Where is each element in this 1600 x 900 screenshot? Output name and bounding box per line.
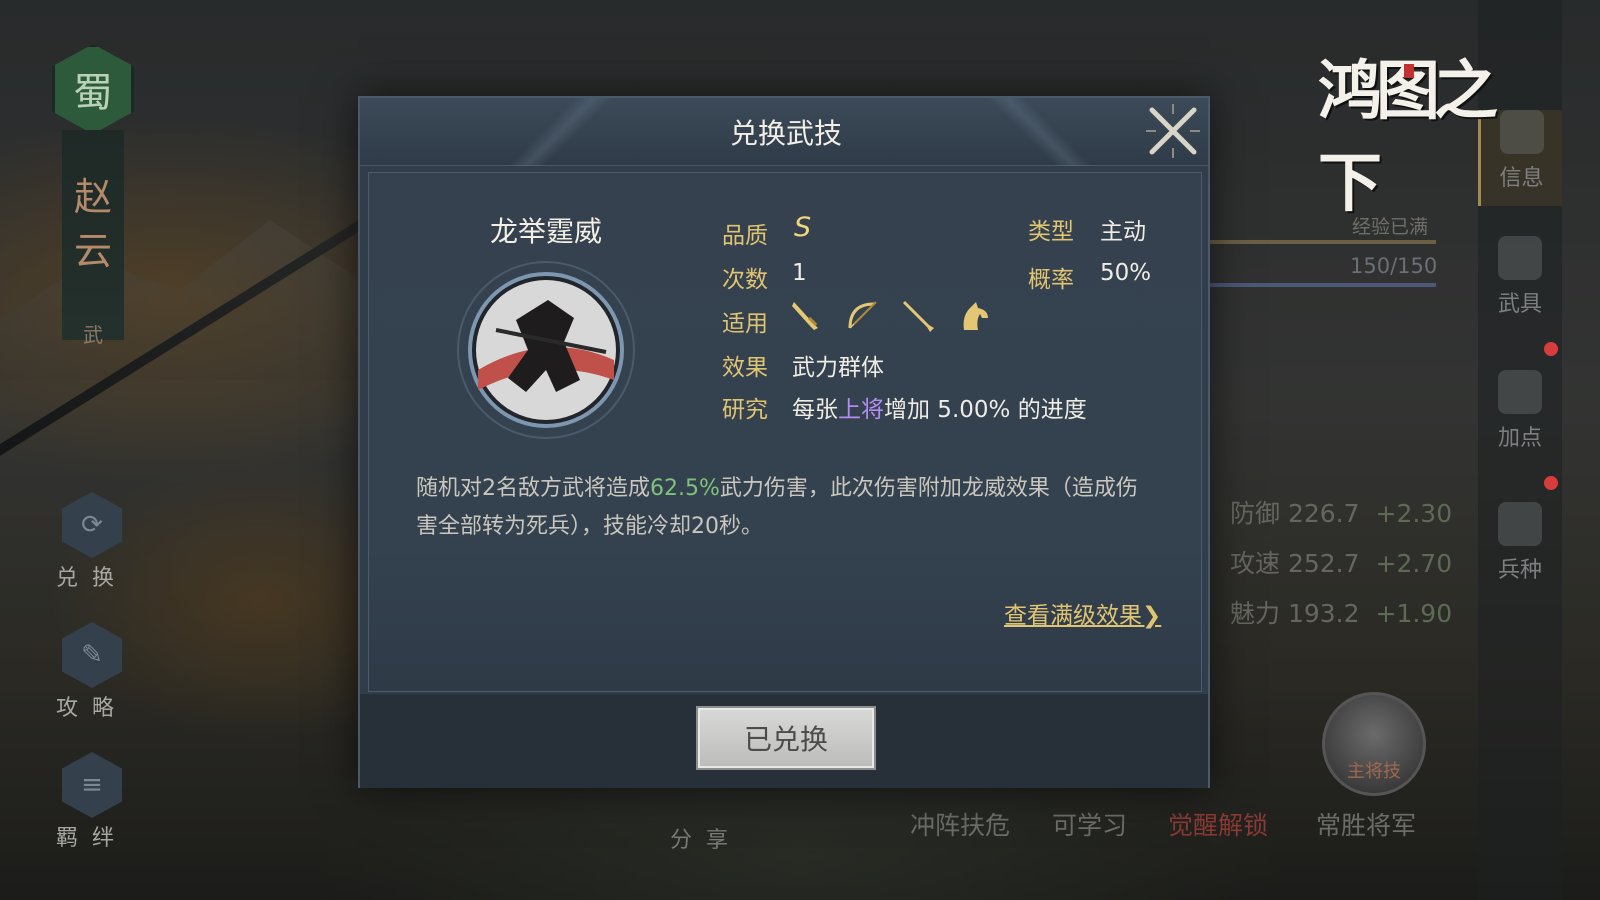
bond-icon: ≡	[62, 752, 122, 818]
rail-label: 信息	[1499, 166, 1544, 191]
stat-bonus: +2.30	[1375, 499, 1453, 528]
count-label: 次数	[722, 267, 768, 293]
sword-icon	[792, 302, 818, 330]
rail-item-troop-type[interactable]: 兵种	[1478, 502, 1562, 584]
applicable-units	[788, 298, 992, 334]
hero-name-char: 云	[73, 229, 112, 273]
exchange-button[interactable]: ⟳ 兑换	[54, 492, 130, 592]
research-prefix: 每张	[792, 397, 838, 423]
skill-tab[interactable]: 可学习	[1052, 806, 1127, 842]
dialog-title: 兑换武技	[729, 117, 842, 150]
probability-label: 概率	[1028, 267, 1074, 293]
exp-value: 150/150	[1350, 254, 1438, 278]
exchange-label: 兑换	[55, 566, 128, 591]
rail-label: 兵种	[1497, 558, 1542, 583]
stat-name: 魅力	[1230, 599, 1281, 628]
bond-label: 羁绊	[55, 826, 128, 851]
skill-name: 龙举霆威	[489, 215, 602, 248]
type-value: 主动	[1100, 219, 1146, 245]
exchange-skill-dialog: 兑换武技 龙举霆威 品质 S 类型 主动 次数 1 概率 50% 适用 效果 武…	[358, 96, 1210, 788]
research-value: 每张上将增加 5.00% 的进度	[792, 390, 1087, 424]
add-points-icon	[1498, 370, 1542, 414]
hero-name-banner: 赵 云 武	[62, 130, 124, 347]
notification-dot	[1544, 342, 1558, 356]
redeemed-button[interactable]: 已兑换	[696, 706, 876, 770]
guide-label: 攻略	[55, 696, 128, 721]
type-label: 类型	[1028, 219, 1074, 245]
hero-name-char: 赵	[73, 175, 112, 219]
skill-tab-awaken[interactable]: 觉醒解锁	[1168, 806, 1268, 842]
close-icon[interactable]	[1142, 100, 1204, 162]
share-button[interactable]: 分享	[670, 822, 742, 854]
spear-icon	[902, 300, 934, 332]
stat-name: 攻速	[1230, 549, 1281, 578]
rail-item-add-points[interactable]: 加点	[1478, 370, 1562, 452]
exp-status: 经验已满	[1352, 216, 1429, 238]
stat-bonus: +2.70	[1375, 549, 1453, 578]
troop-type-icon	[1498, 502, 1542, 546]
skill-description: 随机对2名敌方武将造成62.5%武力伤害，此次伤害附加龙威效果（造成伤害全部转为…	[416, 470, 1156, 546]
rail-item-equipment[interactable]: 武具	[1478, 236, 1562, 318]
stat-row-charm: 魅力 193.2 +1.90	[1230, 594, 1452, 630]
stat-value: 226.7	[1287, 499, 1360, 528]
description-highlight: 62.5%	[650, 476, 720, 501]
stat-row-defense: 防御 226.7 +2.30	[1230, 494, 1452, 530]
stat-value: 193.2	[1287, 599, 1360, 628]
bow-icon	[848, 301, 877, 329]
equipment-icon	[1498, 236, 1542, 280]
skill-tab[interactable]: 冲阵扶危	[910, 806, 1010, 842]
description-part1: 随机对2名敌方武将造成	[416, 476, 650, 501]
exchange-icon: ⟳	[62, 492, 122, 558]
stat-bonus: +1.90	[1375, 599, 1453, 628]
rail-label: 加点	[1497, 426, 1542, 451]
horse-icon	[963, 302, 988, 330]
logo-seal	[1404, 64, 1414, 78]
stat-value: 252.7	[1287, 549, 1360, 578]
quality-label: 品质	[722, 223, 768, 249]
game-logo: 鸿图之下	[1318, 40, 1538, 221]
research-suffix: 增加 5.00% 的进度	[884, 397, 1087, 423]
research-highlight: 上将	[838, 397, 884, 423]
exp-bar	[1210, 240, 1436, 244]
applicable-label: 适用	[722, 311, 768, 337]
main-skill-icon[interactable]: 主将技	[1322, 692, 1426, 796]
view-max-level-effect-link[interactable]: 查看满级效果❯	[1004, 596, 1161, 630]
stat-row-attack-speed: 攻速 252.7 +2.70	[1230, 544, 1452, 580]
bond-button[interactable]: ≡ 羁绊	[54, 752, 130, 852]
exp-bar-secondary	[1210, 283, 1436, 287]
guide-button[interactable]: ✎ 攻略	[54, 622, 130, 722]
dialog-header: 兑换武技	[360, 98, 1208, 166]
scroll-icon: ✎	[62, 622, 122, 688]
effect-label: 效果	[722, 355, 768, 381]
main-skill-caption: 主将技	[1347, 761, 1401, 782]
research-label: 研究	[722, 397, 768, 423]
stat-name: 防御	[1230, 499, 1281, 528]
probability-value: 50%	[1100, 260, 1152, 286]
dialog-footer: 已兑换	[360, 694, 1208, 788]
effect-value: 武力群体	[792, 355, 884, 381]
hero-type-label: 武	[83, 323, 103, 347]
skill-tab[interactable]: 常胜将军	[1316, 806, 1416, 842]
quality-value: S	[794, 212, 812, 243]
notification-dot	[1544, 476, 1558, 490]
rail-label: 武具	[1497, 292, 1542, 317]
skill-emblem-icon	[457, 261, 635, 439]
count-value: 1	[792, 260, 807, 286]
